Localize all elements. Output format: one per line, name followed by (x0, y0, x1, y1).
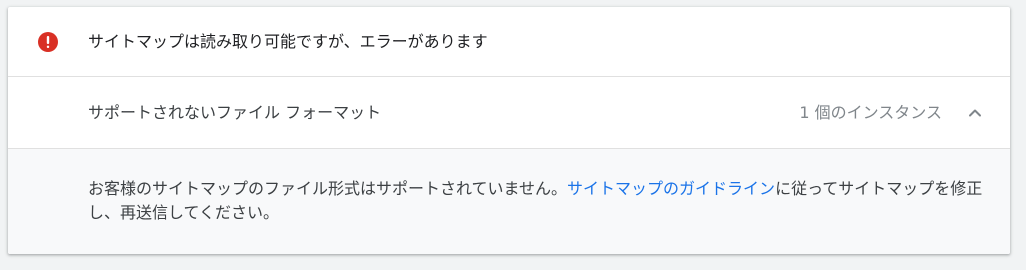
chevron-up-icon[interactable] (966, 104, 984, 122)
sitemap-error-card: サイトマップは読み取り可能ですが、エラーがあります サポートされないファイル フ… (8, 7, 1010, 254)
issue-row-toggle[interactable]: サポートされないファイル フォーマット 1 個のインスタンス (8, 77, 1010, 149)
issue-description: お客様のサイトマップのファイル形式はサポートされていません。サイトマップのガイド… (88, 177, 988, 225)
error-icon (37, 31, 59, 53)
issue-detail-panel: お客様のサイトマップのファイル形式はサポートされていません。サイトマップのガイド… (8, 149, 1010, 254)
status-message: サイトマップは読み取り可能ですが、エラーがあります (88, 32, 488, 51)
issue-title: サポートされないファイル フォーマット (88, 103, 382, 122)
instance-count: 1 個のインスタンス (799, 103, 942, 122)
description-text-before: お客様のサイトマップのファイル形式はサポートされていません。 (88, 179, 568, 198)
status-row: サイトマップは読み取り可能ですが、エラーがあります (8, 7, 1010, 77)
sitemap-guidelines-link[interactable]: サイトマップのガイドライン (567, 179, 775, 198)
